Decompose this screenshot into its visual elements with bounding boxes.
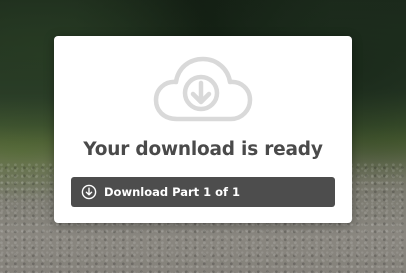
dialog-title: Your download is ready — [83, 139, 323, 160]
download-ready-dialog: Your download is ready Download Part 1 o… — [54, 36, 352, 223]
circle-download-icon — [81, 184, 97, 200]
download-part-button[interactable]: Download Part 1 of 1 — [71, 177, 335, 207]
cloud-download-icon — [153, 56, 253, 122]
download-button-label: Download Part 1 of 1 — [104, 185, 241, 199]
